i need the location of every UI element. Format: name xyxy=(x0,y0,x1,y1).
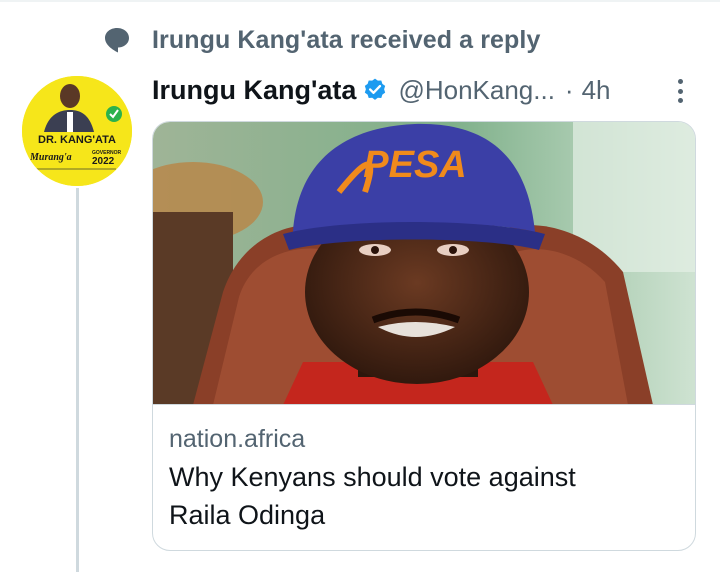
avatar-name: DR. KANG'ATA xyxy=(38,134,116,146)
tweet-header: Irungu Kang'ata @HonKang... · 4h xyxy=(152,72,611,108)
top-divider xyxy=(0,0,720,2)
link-title-line-1: Why Kenyans should vote against xyxy=(169,462,576,492)
thread-connector-line xyxy=(76,188,79,572)
avatar-county: Murang'a xyxy=(29,152,72,163)
link-title-line-2: Raila Odinga xyxy=(169,500,326,530)
more-options-icon[interactable] xyxy=(668,76,692,106)
link-preview-image[interactable]: PESA xyxy=(153,122,695,405)
speech-bubble-icon xyxy=(100,23,134,57)
avatar-year: 2022 xyxy=(92,156,115,167)
separator-dot: · xyxy=(564,74,574,105)
social-context-text: Irungu Kang'ata received a reply xyxy=(152,25,541,54)
author-name[interactable]: Irungu Kang'ata xyxy=(152,75,356,106)
cap-text: PESA xyxy=(363,144,466,186)
link-preview-card[interactable]: PESA nation.africa Why Kenyans should vo… xyxy=(152,121,696,551)
link-preview-body[interactable]: nation.africa Why Kenyans should vote ag… xyxy=(169,420,689,534)
author-handle[interactable]: @HonKang... xyxy=(398,75,554,106)
avatar[interactable]: DR. KANG'ATA Murang'a GOVERNOR 2022 xyxy=(22,76,132,186)
social-context[interactable]: Irungu Kang'ata received a reply xyxy=(100,22,540,58)
link-domain: nation.africa xyxy=(169,425,306,453)
tweet-timestamp[interactable]: 4h xyxy=(582,75,611,106)
verified-badge-icon xyxy=(362,77,388,103)
